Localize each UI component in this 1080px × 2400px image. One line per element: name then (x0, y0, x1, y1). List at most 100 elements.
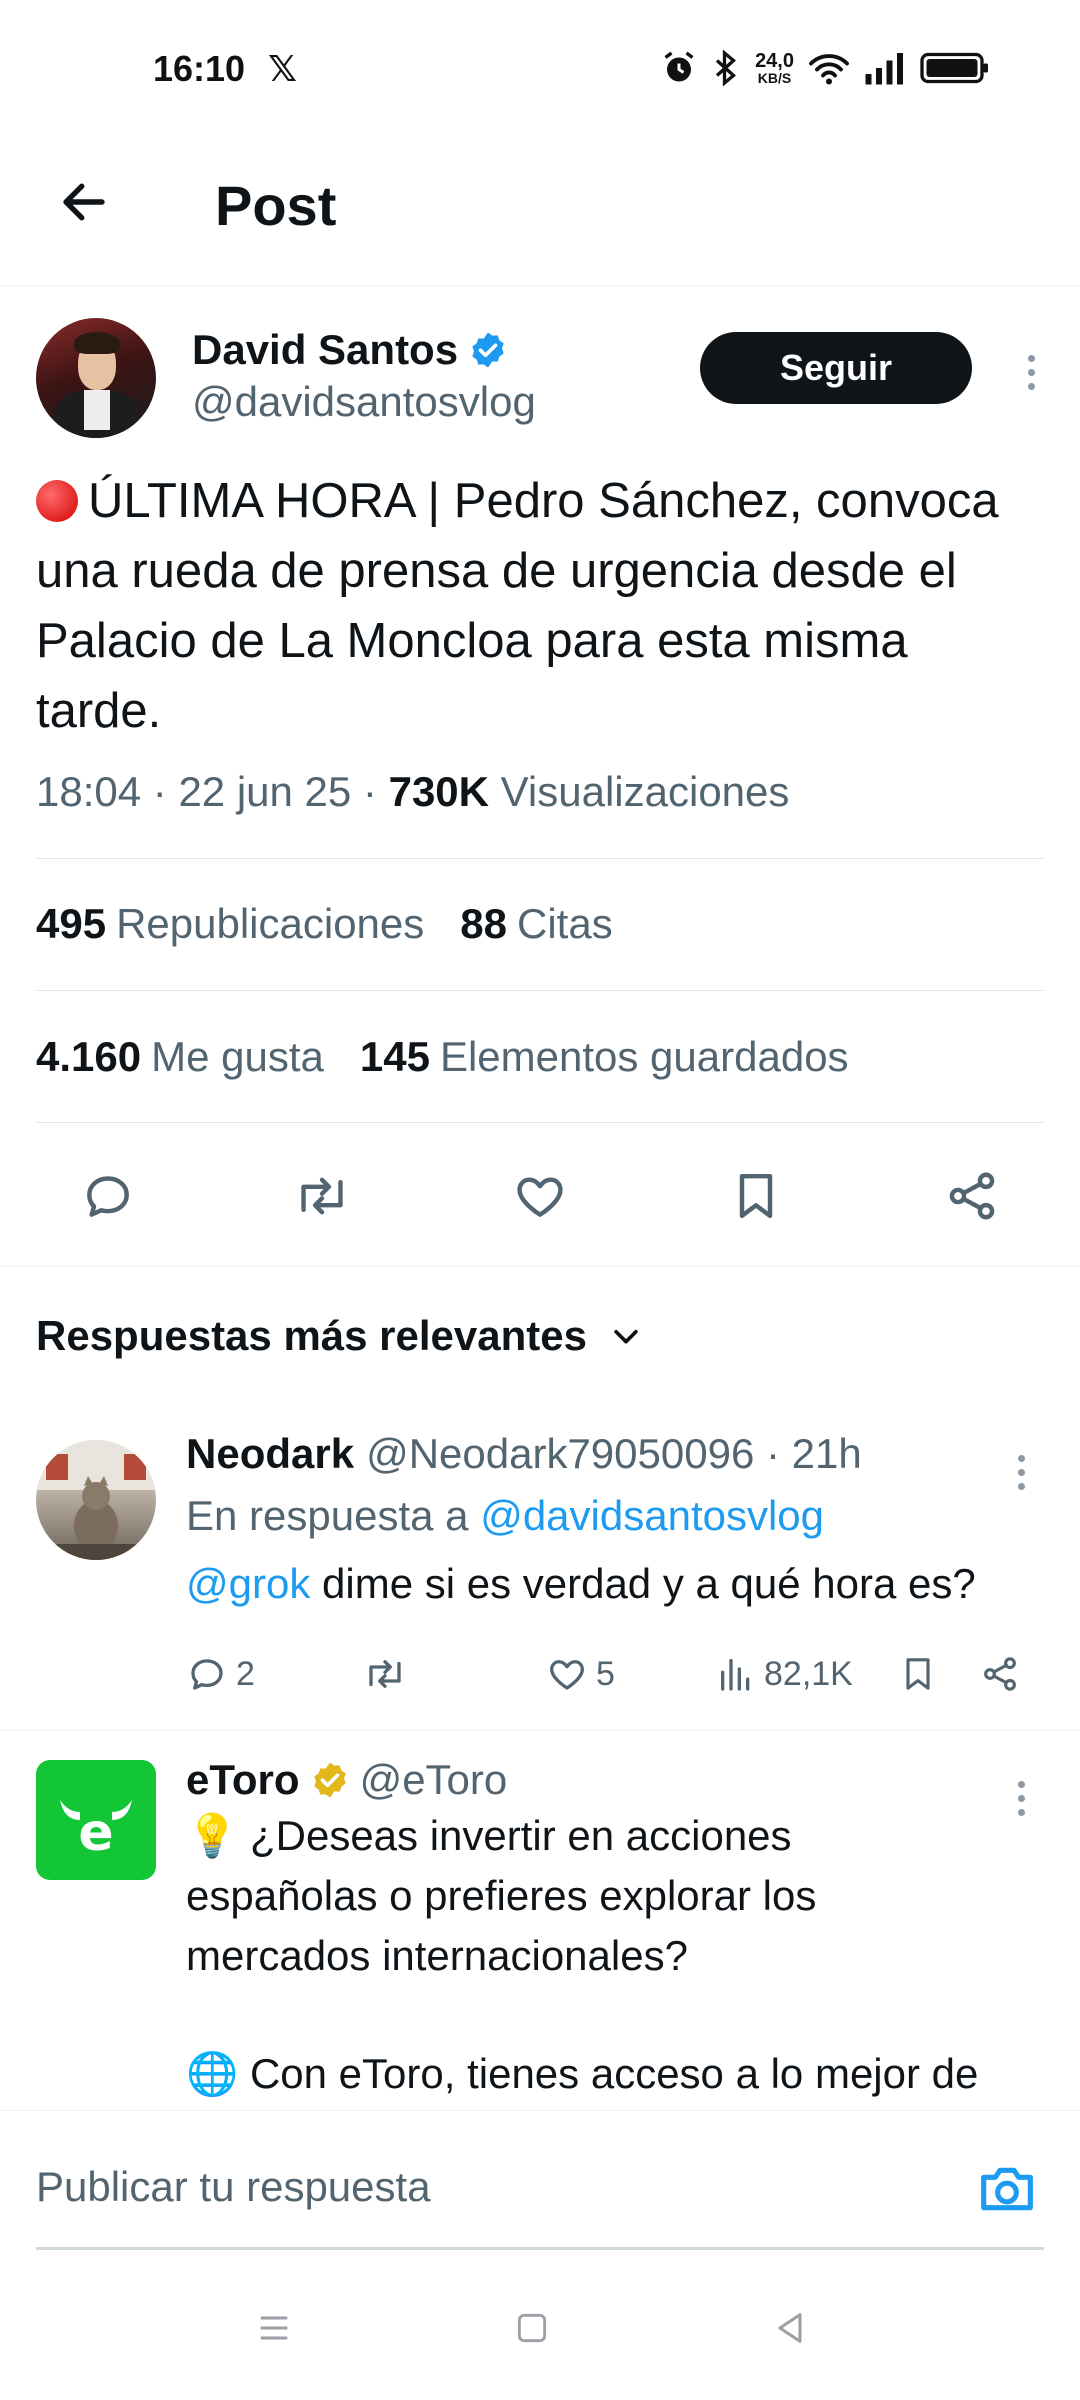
reply-reply-button[interactable]: 2 (186, 1644, 255, 1704)
repost-button[interactable] (290, 1164, 354, 1228)
ad-more-button[interactable] (1014, 1768, 1028, 1828)
share-icon (949, 1172, 995, 1220)
stats-row-likes: 4.160 Me gusta 145 Elementos guardados (36, 1033, 849, 1081)
post-text: ÚLTIMA HORA | Pedro Sánchez, convoca una… (36, 466, 1046, 746)
replies-sort-selector[interactable]: Respuestas más relevantes (36, 1312, 643, 1360)
reply-composer: Publicar tu respuesta (0, 2110, 1080, 2250)
wifi-icon (809, 54, 849, 85)
verified-gold-badge-icon (313, 1762, 346, 1798)
system-navigation-bar (0, 2250, 1080, 2400)
reply-body: Neodark @Neodark79050096 · 21h En respues… (186, 1430, 1046, 1618)
share-button[interactable] (940, 1164, 1004, 1228)
bookmarks-stat[interactable]: 145 Elementos guardados (360, 1033, 849, 1081)
top-bar: Post (0, 140, 1080, 286)
menu-nav-button[interactable] (246, 2300, 302, 2356)
reply-icon (191, 1659, 223, 1690)
in-reply-to: En respuesta a @davidsantosvlog (186, 1492, 825, 1539)
status-time: 16:10 (153, 48, 246, 89)
bookmark-icon (906, 1658, 930, 1690)
reply-like-button[interactable]: 5 (546, 1644, 615, 1704)
ad-author-handle[interactable]: @eToro (360, 1756, 508, 1804)
reply-age: 21h (791, 1430, 862, 1477)
ad-header: eToro @eToro (186, 1756, 1046, 1804)
views-chart-icon (721, 1659, 750, 1691)
author-name-row[interactable]: David Santos (192, 326, 508, 374)
more-options-button[interactable] (1016, 342, 1046, 402)
bookmark-button[interactable] (724, 1164, 788, 1228)
reply-avatar[interactable] (36, 1440, 156, 1560)
bluetooth-icon (715, 50, 737, 86)
section-separator (0, 1266, 1080, 1267)
reply-views-button[interactable]: 82,1K (716, 1644, 853, 1704)
verified-badge-icon (472, 332, 504, 368)
reply-share-button[interactable] (980, 1644, 1020, 1704)
post-time: 18:04 (36, 768, 142, 815)
lightbulb-icon: 💡 (186, 1812, 239, 1859)
globe-icon: 🌐 (186, 2050, 239, 2097)
ad-text: 💡 ¿Deseas invertir en acciones españolas… (186, 1806, 1046, 2104)
bookmark-icon (739, 1173, 773, 1219)
etoro-logo-letter: e (78, 1803, 113, 1863)
reply-author-name[interactable]: Neodark (186, 1430, 354, 1477)
network-speed: 24,0 KB/S (755, 50, 794, 86)
in-reply-to-link[interactable]: @davidsantosvlog (480, 1492, 824, 1539)
ad-line-1: 💡 ¿Deseas invertir en acciones (186, 1812, 792, 1859)
post-author: David Santos @davidsantosvlog Seguir (36, 318, 1046, 448)
etoro-bull-icon: e (60, 1800, 132, 1863)
ad-line-3: mercados internacionales? (186, 1932, 688, 1979)
quotes-stat[interactable]: 88 Citas (460, 900, 612, 948)
reply-repost-button[interactable] (362, 1644, 408, 1704)
post-date: 22 jun 25 (178, 768, 352, 815)
follow-button[interactable]: Seguir (700, 332, 972, 404)
replies-sort-label: Respuestas más relevantes (36, 1312, 587, 1359)
reply-actions: 2 5 82,1K (186, 1644, 1046, 1704)
chevron-down-icon (614, 1329, 638, 1344)
mention-link[interactable]: @grok (186, 1560, 310, 1607)
x-logo-icon: 𝕏 (268, 48, 298, 89)
etoro-logo[interactable]: e (36, 1760, 156, 1880)
home-nav-button[interactable] (504, 2300, 560, 2356)
camera-button[interactable] (976, 2161, 1038, 2217)
ad-author-name[interactable]: eToro (186, 1756, 300, 1804)
back-nav-button[interactable] (762, 2300, 818, 2356)
heart-icon (550, 1660, 584, 1690)
likes-stat[interactable]: 4.160 Me gusta (36, 1033, 324, 1081)
post-meta: 18:04 · 22 jun 25 · 730K Visualizaciones (36, 768, 790, 815)
camera-icon (981, 2167, 1033, 2211)
repost-icon (369, 1660, 401, 1688)
author-name: David Santos (192, 326, 459, 373)
reply-button[interactable] (76, 1164, 140, 1228)
page-title: Post (215, 174, 337, 237)
reply-bookmark-button[interactable] (898, 1644, 938, 1704)
ad-line-2: españolas o prefieres explorar los (186, 1872, 817, 1919)
arrow-left-icon (63, 183, 105, 221)
reply-author-handle[interactable]: @Neodark79050096 (366, 1430, 754, 1477)
reply-input[interactable]: Publicar tu respuesta (36, 2163, 431, 2211)
repost-icon (301, 1177, 343, 1215)
reposts-stat[interactable]: 495 Republicaciones (36, 900, 424, 948)
divider (36, 858, 1044, 859)
reply-text: @grok dime si es verdad y a qué hora es? (186, 1560, 976, 1607)
share-icon (984, 1657, 1016, 1691)
reply-more-button[interactable] (1014, 1442, 1028, 1502)
divider (36, 1122, 1044, 1123)
signal-icon (865, 53, 903, 85)
reply-header: Neodark @Neodark79050096 · 21h (186, 1430, 862, 1477)
cat-photo (36, 1440, 156, 1560)
views-label: Visualizaciones (500, 768, 790, 815)
square-icon (517, 2313, 547, 2343)
author-avatar[interactable] (36, 318, 156, 438)
divider (36, 990, 1044, 991)
reply-icon (87, 1176, 129, 1217)
battery-icon (920, 52, 988, 84)
triangle-back-icon (778, 2313, 802, 2343)
status-icons: 24,0 KB/S (661, 50, 990, 86)
back-button[interactable] (52, 170, 116, 234)
menu-icon (260, 2316, 288, 2340)
ad-body: eToro @eToro 💡 ¿Deseas invertir en accio… (186, 1756, 1046, 2104)
like-button[interactable] (508, 1164, 572, 1228)
author-handle[interactable]: @davidsantosvlog (192, 378, 536, 426)
stats-row-reposts: 495 Republicaciones 88 Citas (36, 900, 613, 948)
reply-separator (0, 1730, 1080, 1731)
post-actions (0, 1140, 1080, 1250)
